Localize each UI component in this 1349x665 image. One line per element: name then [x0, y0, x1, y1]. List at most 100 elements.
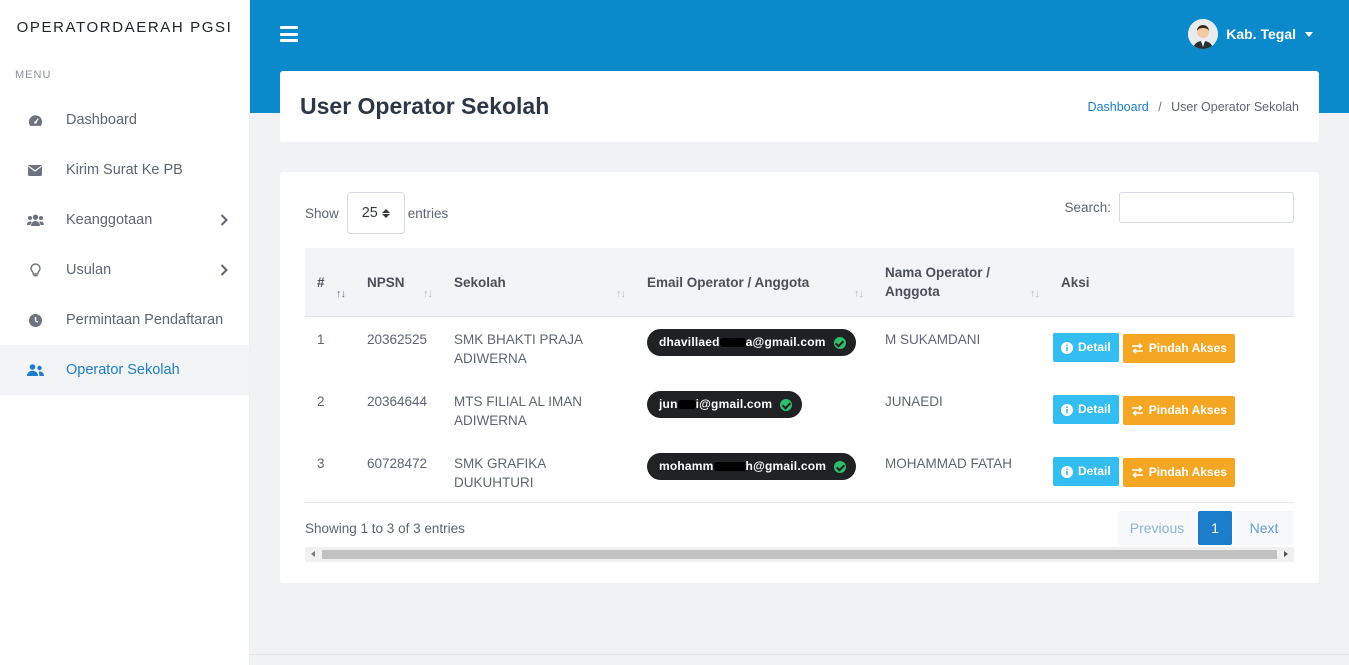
horizontal-scrollbar[interactable] [305, 547, 1294, 562]
user-dropdown[interactable]: Kab. Tegal [1188, 19, 1313, 49]
column-header-no[interactable]: # ↑↓ [305, 248, 355, 316]
cell-sekolah: SMK GRAFIKA DUKUHTURI [454, 456, 546, 490]
sidebar: OPERATORDAERAH PGSI MENU Dashboard Kirim… [0, 0, 250, 665]
pindah-akses-button[interactable]: Pindah Akses [1122, 333, 1235, 363]
detail-button[interactable]: Detail [1053, 457, 1119, 486]
entries-control: Show 25 entries [305, 192, 448, 234]
exchange-icon [1131, 466, 1144, 478]
column-header-sekolah[interactable]: Sekolah ↑↓ [442, 248, 635, 316]
verified-check-icon [780, 398, 793, 411]
brand-logo[interactable]: OPERATORDAERAH PGSI [0, 0, 249, 55]
table-row: 1 20362525 SMK BHAKTI PRAJA ADIWERNA dha… [305, 317, 1294, 379]
info-circle-icon [1061, 403, 1073, 416]
table-header: # ↑↓ NPSN ↑↓ Sekolah ↑↓ Email Operator / An… [305, 248, 1294, 317]
info-circle-icon [1061, 465, 1073, 478]
email-text-start: jun [659, 397, 678, 411]
pagination-next[interactable]: Next [1234, 511, 1294, 545]
page-title: User Operator Sekolah [300, 93, 550, 119]
chevron-right-icon [219, 214, 229, 226]
sidebar-item-keanggotaan[interactable]: Keanggotaan [0, 195, 249, 245]
chevron-right-icon [219, 264, 229, 276]
user-group-icon [26, 361, 44, 379]
verified-check-icon [834, 460, 847, 473]
entries-label: entries [407, 205, 449, 221]
pindah-akses-label: Pindah Akses [1148, 340, 1227, 355]
sort-icon: ↑↓ [854, 288, 864, 300]
entries-select[interactable]: 25 [346, 192, 405, 234]
breadcrumb-current: User Operator Sekolah [1171, 99, 1299, 114]
verified-check-icon [833, 336, 846, 349]
search-input[interactable] [1119, 192, 1294, 223]
column-label: Nama Operator / Anggota [885, 265, 991, 299]
cell-sekolah: MTS FILIAL AL IMAN ADIWERNA [454, 394, 583, 428]
column-label: Aksi [1061, 274, 1090, 290]
cell-no: 3 [317, 456, 325, 471]
pagination-page-1[interactable]: 1 [1198, 511, 1232, 545]
detail-label: Detail [1078, 340, 1111, 354]
sidebar-item-usulan[interactable]: Usulan [0, 245, 249, 295]
detail-button[interactable]: Detail [1053, 395, 1119, 424]
cell-nama: MOHAMMAD FATAH [885, 456, 1012, 471]
pagination: Previous 1 Next [1118, 511, 1294, 545]
show-label: Show [305, 205, 339, 221]
pagination-previous[interactable]: Previous [1118, 511, 1196, 545]
operator-table-card: Show 25 entries Search: # ↑↓ NPSN ↑↓ Sekol… [280, 172, 1319, 583]
scroll-left-arrow-icon[interactable] [311, 551, 315, 557]
menu-title: MENU [15, 69, 52, 81]
column-label: # [317, 274, 325, 290]
sidebar-item-permintaan-pendaftaran[interactable]: Permintaan Pendaftaran [0, 295, 249, 345]
column-label: Sekolah [454, 274, 506, 290]
sidebar-item-label: Usulan [66, 262, 112, 278]
footer-divider [250, 654, 1349, 655]
sort-arrows-icon [381, 208, 390, 218]
cell-aksi: Detail Pindah Akses [1049, 379, 1294, 441]
sidebar-item-operator-sekolah[interactable]: Operator Sekolah [0, 345, 249, 395]
user-name: Kab. Tegal [1226, 26, 1296, 42]
table-row: 2 20364644 MTS FILIAL AL IMAN ADIWERNA j… [305, 379, 1294, 441]
sidebar-item-dashboard[interactable]: Dashboard [0, 95, 249, 145]
avatar [1188, 19, 1219, 49]
gauge-icon [26, 111, 44, 129]
sort-icon: ↑↓ [616, 288, 626, 300]
sidebar-item-kirim-surat[interactable]: Kirim Surat Ke PB [0, 145, 249, 195]
scroll-right-arrow-icon[interactable] [1284, 551, 1288, 557]
exchange-icon [1131, 342, 1144, 354]
cell-no: 2 [317, 394, 325, 409]
email-badge: mohamm h@gmail.com [647, 453, 857, 480]
pindah-akses-button[interactable]: Pindah Akses [1122, 457, 1235, 487]
sidebar-item-label: Keanggotaan [66, 212, 153, 228]
column-header-npsn[interactable]: NPSN ↑↓ [355, 248, 442, 316]
page-header: User Operator Sekolah Dashboard / User O… [280, 71, 1319, 142]
hamburger-menu-icon[interactable] [280, 26, 298, 42]
breadcrumb-dashboard-link[interactable]: Dashboard [1088, 100, 1149, 114]
lightbulb-icon [26, 261, 44, 279]
detail-button[interactable]: Detail [1053, 333, 1119, 362]
cell-nama: M SUKAMDANI [885, 332, 981, 347]
sort-icon: ↑↓ [423, 288, 433, 300]
envelope-icon [26, 161, 44, 179]
column-label: NPSN [367, 274, 405, 290]
cell-npsn: 20364644 [367, 394, 428, 409]
column-header-aksi: Aksi [1049, 248, 1294, 316]
sort-icon: ↑↓ [336, 288, 346, 300]
pindah-akses-button[interactable]: Pindah Akses [1122, 395, 1235, 425]
detail-label: Detail [1078, 464, 1111, 478]
cell-aksi: Detail Pindah Akses [1049, 317, 1294, 379]
cell-sekolah: SMK BHAKTI PRAJA ADIWERNA [454, 332, 583, 366]
exchange-icon [1131, 404, 1144, 416]
entries-info: Showing 1 to 3 of 3 entries [305, 521, 465, 536]
cell-no: 1 [317, 332, 325, 347]
email-badge: jun i@gmail.com [647, 391, 803, 418]
cell-npsn: 60728472 [367, 456, 428, 471]
email-text-start: dhavillaed [659, 335, 720, 349]
redaction-mark [677, 400, 696, 409]
column-header-email[interactable]: Email Operator / Anggota ↑↓ [635, 248, 873, 316]
cell-nama: JUNAEDI [885, 394, 943, 409]
redaction-mark [713, 462, 746, 471]
cell-email: dhavillaed a@gmail.com [635, 317, 873, 379]
email-text-end: h@gmail.com [745, 459, 827, 473]
email-text-end: i@gmail.com [695, 397, 773, 411]
info-circle-icon [1061, 341, 1073, 354]
scrollbar-thumb[interactable] [322, 550, 1277, 559]
column-header-nama[interactable]: Nama Operator / Anggota ↑↓ [873, 248, 1049, 316]
